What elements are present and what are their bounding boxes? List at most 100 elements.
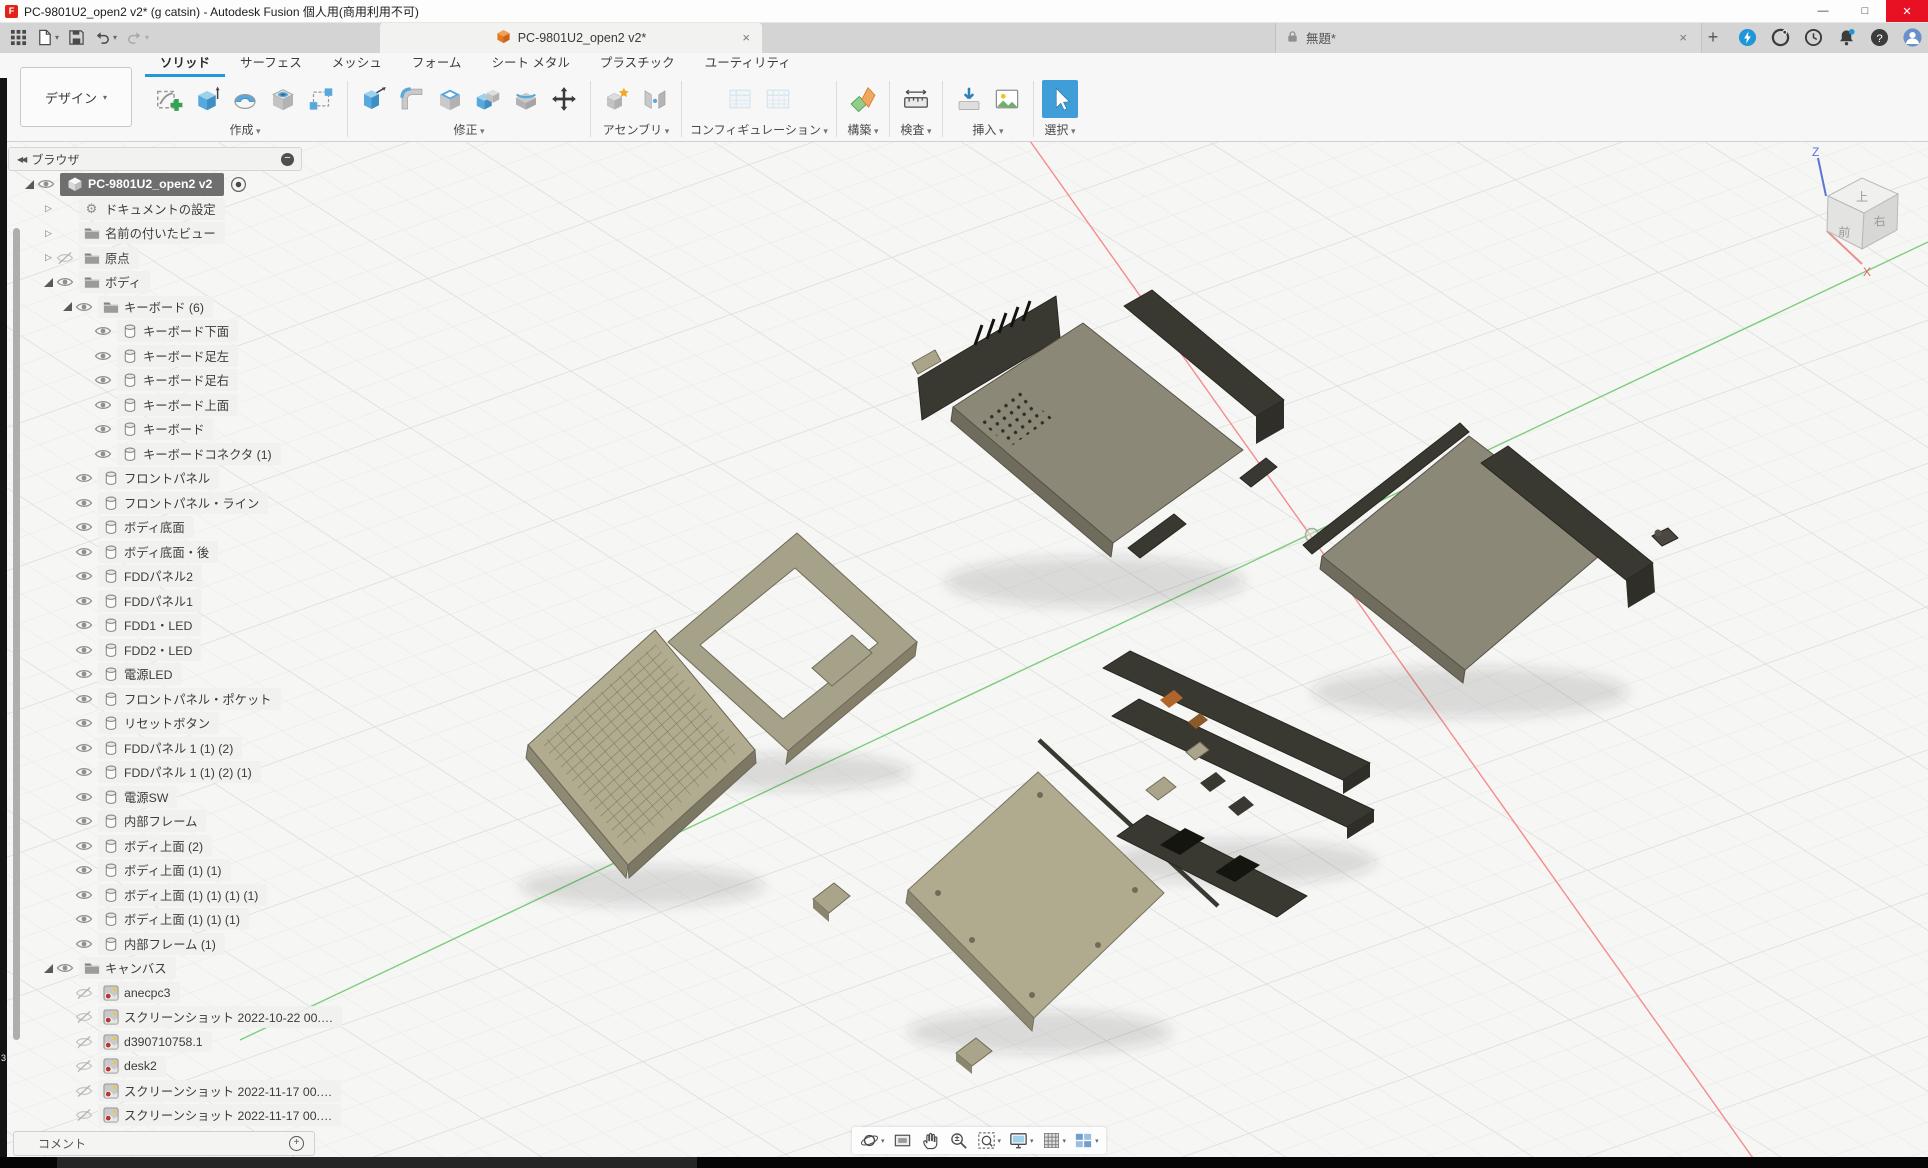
viewcube[interactable]: Z X 上 前 右 — [1770, 146, 1928, 421]
construct-plane-icon[interactable] — [845, 80, 881, 118]
visibility-eye-icon[interactable] — [75, 937, 95, 951]
joint-icon[interactable] — [637, 80, 673, 118]
tree-item-pill[interactable]: anecpc3 — [98, 982, 180, 1003]
close-button[interactable]: ✕ — [1886, 0, 1928, 22]
user-avatar[interactable] — [1902, 28, 1922, 48]
press-pull-icon[interactable] — [356, 80, 392, 118]
tree-item-pill[interactable]: FDDパネル2 — [98, 565, 202, 587]
tab-close-icon[interactable]: × — [738, 30, 754, 45]
tree-item-pill[interactable]: 電源SW — [98, 786, 177, 808]
tree-row[interactable]: スクリーンショット 2022-11-17 00.… — [8, 1103, 342, 1128]
history-clock-icon[interactable] — [1803, 28, 1823, 48]
ribbon-group-label-アセンブリ[interactable]: アセンブリ — [599, 121, 673, 139]
new-component-icon[interactable] — [599, 80, 635, 118]
extrude-icon[interactable] — [189, 80, 225, 118]
tree-item-pill[interactable]: フロントパネル・ポケット — [98, 688, 281, 710]
redo-icon[interactable]: ▾ — [126, 29, 149, 46]
ribbon-tab-フォーム[interactable]: フォーム — [397, 49, 477, 77]
extensions-icon[interactable] — [1770, 28, 1790, 48]
tree-row[interactable]: ボディ — [8, 270, 342, 295]
pattern-icon[interactable] — [303, 80, 339, 118]
visibility-eye-icon[interactable] — [75, 618, 95, 632]
tree-item-pill[interactable]: 原点 — [79, 247, 139, 269]
ribbon-tab-サーフェス[interactable]: サーフェス — [225, 49, 317, 77]
tree-row[interactable]: 電源SW — [8, 785, 342, 810]
visibility-eye-off-icon[interactable] — [75, 986, 95, 1000]
maximize-button[interactable]: □ — [1844, 0, 1886, 22]
fit-icon[interactable]: ▾ — [974, 1129, 1004, 1152]
tree-row[interactable]: ボディ上面 (1) (1) (1) (1) — [8, 883, 342, 908]
app-grid-menu-icon[interactable] — [10, 29, 27, 46]
visibility-eye-off-icon[interactable] — [75, 1035, 95, 1049]
tab-untitled-document[interactable]: 無題* × — [1275, 22, 1702, 53]
tree-item-pill[interactable]: キーボード — [117, 418, 214, 440]
tree-row[interactable]: FDDパネル 1 (1) (2) — [8, 736, 342, 761]
expander-icon[interactable]: ▷ — [41, 228, 56, 239]
tree-row[interactable]: リセットボタン — [8, 711, 342, 736]
add-comment-icon[interactable]: + — [289, 1136, 304, 1151]
visibility-eye-icon[interactable] — [94, 398, 114, 412]
pan-icon[interactable] — [918, 1129, 943, 1152]
tree-row[interactable]: ボディ上面 (1) (1) (1) — [8, 907, 342, 932]
visibility-eye-icon[interactable] — [94, 447, 114, 461]
tree-row[interactable]: キーボード足右 — [8, 368, 342, 393]
tree-row[interactable]: FDD1・LED — [8, 613, 342, 638]
tree-item-pill[interactable]: FDD1・LED — [98, 614, 201, 636]
visibility-eye-icon[interactable] — [75, 496, 95, 510]
tree-row[interactable]: キーボードコネクタ (1) — [8, 442, 342, 467]
visibility-eye-icon[interactable] — [94, 324, 114, 338]
viewports-icon[interactable]: ▾ — [1071, 1129, 1101, 1152]
insert-canvas-icon[interactable] — [989, 80, 1025, 118]
ribbon-group-label-作成[interactable]: 作成 — [151, 121, 339, 139]
visibility-eye-off-icon[interactable] — [75, 1084, 95, 1098]
tree-row[interactable]: FDDパネル 1 (1) (2) (1) — [8, 760, 342, 785]
job-status-icon[interactable] — [1737, 28, 1757, 48]
notifications-bell-icon[interactable] — [1836, 28, 1856, 48]
ribbon-tab-メッシュ[interactable]: メッシュ — [317, 49, 397, 77]
tree-row[interactable]: キャンバス — [8, 956, 342, 981]
tree-row[interactable]: ボディ上面 (1) (1) — [8, 858, 342, 883]
expander-icon[interactable]: ▷ — [41, 252, 56, 263]
tree-row[interactable]: ▷ 原点 — [8, 246, 342, 271]
tree-item-pill[interactable]: スクリーンショット 2022-11-17 00.… — [98, 1104, 341, 1126]
create-sketch-icon[interactable] — [151, 80, 187, 118]
visibility-eye-icon[interactable] — [94, 373, 114, 387]
tree-item-pill[interactable]: ボディ — [79, 271, 150, 293]
visibility-eye-off-icon[interactable] — [75, 1010, 95, 1024]
zoom-icon[interactable] — [946, 1129, 971, 1152]
tree-item-pill[interactable]: ボディ上面 (1) (1) (1) (1) — [98, 884, 267, 906]
visibility-eye-icon[interactable] — [94, 422, 114, 436]
expander-icon[interactable] — [22, 180, 37, 189]
tree-root-row[interactable]: PC-9801U2_open2 v2 — [8, 172, 342, 197]
visibility-eye-icon[interactable] — [75, 545, 95, 559]
visibility-eye-icon[interactable] — [75, 667, 95, 681]
orbit-icon[interactable]: ▾ — [857, 1129, 887, 1152]
move-icon[interactable] — [546, 80, 582, 118]
tab-untitled-close-icon[interactable]: × — [1675, 30, 1691, 45]
activate-component-radio[interactable] — [230, 176, 247, 193]
tree-item-pill[interactable]: ボディ底面・後 — [98, 541, 218, 563]
tree-item-pill[interactable]: 内部フレーム (1) — [98, 933, 225, 955]
display-settings-icon[interactable]: ▾ — [1006, 1129, 1036, 1152]
tree-item-pill[interactable]: d390710758.1 — [98, 1031, 212, 1052]
tree-item-pill[interactable]: 内部フレーム — [98, 810, 206, 832]
tree-item-pill[interactable]: フロントパネル・ライン — [98, 492, 268, 514]
tree-item-pill[interactable]: キーボード上面 — [117, 394, 238, 416]
visibility-eye-icon[interactable] — [75, 863, 95, 877]
fillet-icon[interactable] — [394, 80, 430, 118]
ribbon-tab-シート メタル[interactable]: シート メタル — [476, 49, 584, 77]
insert-derive-icon[interactable] — [951, 80, 987, 118]
tree-row[interactable]: desk2 — [8, 1054, 342, 1079]
expander-icon[interactable]: ▷ — [41, 203, 56, 214]
minimize-panel-icon[interactable]: − — [281, 153, 294, 166]
browser-scrollbar[interactable] — [13, 228, 20, 1040]
comment-bar[interactable]: コメント + — [13, 1131, 315, 1156]
tree-row[interactable]: FDDパネル2 — [8, 564, 342, 589]
new-tab-icon[interactable]: + — [1702, 27, 1724, 48]
configuration-table-icon[interactable] — [760, 80, 796, 118]
tree-row[interactable]: スクリーンショット 2022-10-22 00.… — [8, 1005, 342, 1030]
visibility-eye-icon[interactable] — [75, 888, 95, 902]
ribbon-group-label-構築[interactable]: 構築 — [845, 121, 881, 139]
tree-row[interactable]: 電源LED — [8, 662, 342, 687]
select-icon[interactable] — [1042, 80, 1078, 118]
